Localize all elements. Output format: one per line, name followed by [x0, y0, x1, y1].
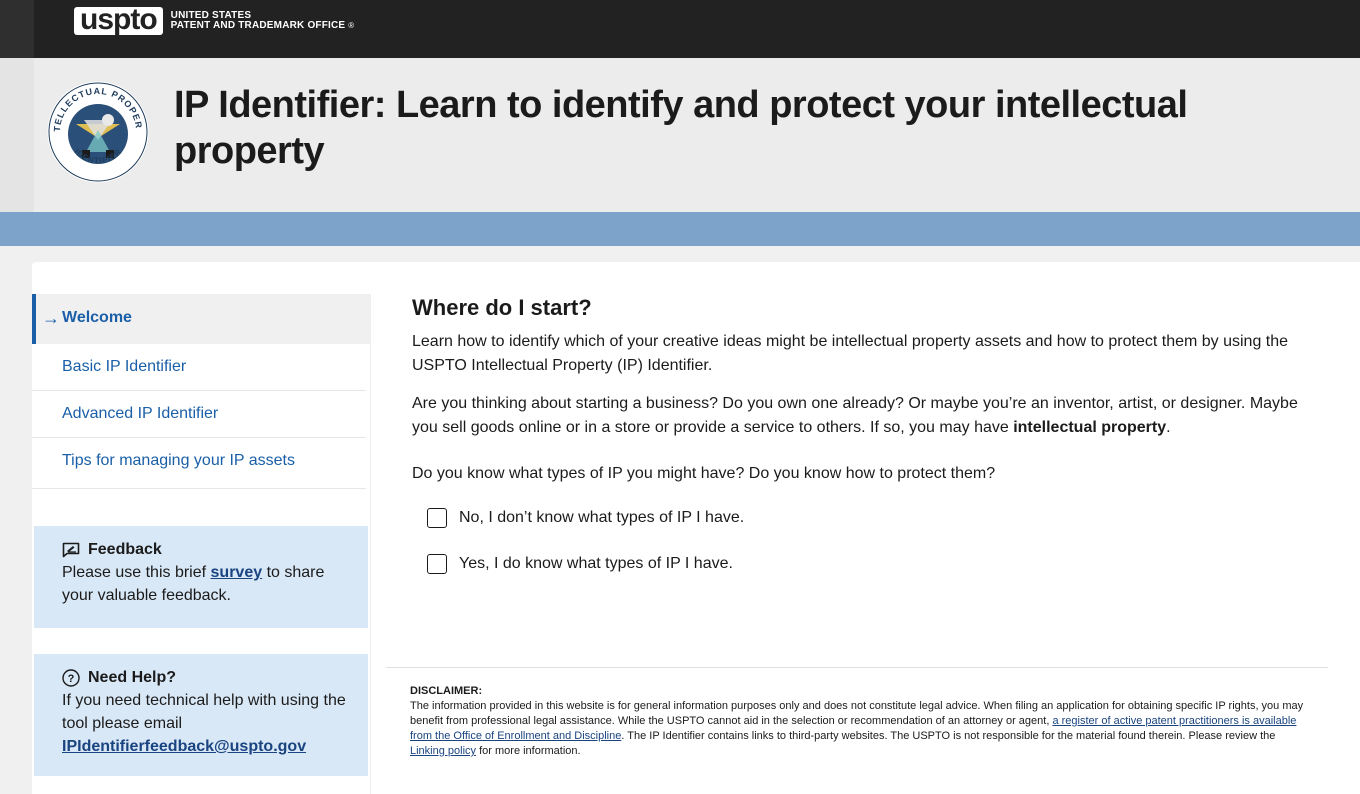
help-circle-icon: ? [62, 668, 80, 687]
disclaimer-text: The information provided in this website… [410, 699, 1310, 759]
option-no-checkbox-row[interactable]: No, I don’t know what types of IP I have… [427, 504, 1322, 532]
sidebar-item-tips[interactable]: Tips for managing your IP assets [32, 438, 366, 489]
top-banner: uspto UNITED STATES PATENT AND TRADEMARK… [0, 0, 1360, 58]
sidebar-item-welcome[interactable]: → Welcome [32, 294, 370, 344]
option-no-label: No, I don’t know what types of IP I have… [459, 509, 745, 526]
help-text: If you need technical help with using th… [62, 692, 346, 732]
agency-line-2: PATENT AND TRADEMARK OFFICE [170, 20, 346, 31]
logo-wordmark: uspto [74, 5, 163, 35]
intro-paragraph: Learn how to identify which of your crea… [412, 333, 1289, 374]
sidebar-divider [370, 294, 371, 794]
svg-text:?: ? [68, 673, 75, 685]
feedback-title: Feedback [88, 541, 162, 558]
registered-mark: ® [348, 21, 355, 30]
banner-edge [0, 0, 34, 58]
feedback-box: Feedback Please use this brief survey to… [34, 526, 368, 628]
help-email-link[interactable]: IPIdentifierfeedback@uspto.gov [62, 738, 306, 755]
question-text: Do you know what types of IP you might h… [412, 465, 996, 482]
feedback-text: Please use this brief survey to share yo… [62, 561, 354, 607]
disclaimer-title: DISCLAIMER: [410, 685, 483, 697]
sidebar-item-label: Welcome [62, 309, 132, 326]
help-title-row: ? Need Help? [62, 666, 354, 689]
uspto-logo[interactable]: uspto UNITED STATES PATENT AND TRADEMARK… [74, 5, 355, 35]
survey-link[interactable]: survey [211, 564, 263, 581]
business-text-end: . [1166, 419, 1171, 436]
feedback-text-before: Please use this brief [62, 564, 211, 581]
content-card: → Welcome Basic IP Identifier Advanced I… [32, 262, 1360, 794]
disclaimer-text-2: . The IP Identifier contains links to th… [621, 730, 1276, 742]
sidebar-item-basic-ip-identifier[interactable]: Basic IP Identifier [32, 344, 366, 391]
intellectual-property-emphasis: intellectual property [1013, 419, 1167, 436]
feedback-title-row: Feedback [62, 538, 354, 561]
help-title: Need Help? [88, 669, 177, 686]
sidebar-nav: → Welcome Basic IP Identifier Advanced I… [32, 294, 370, 489]
ip-identifier-emblem-icon: INTELLECTUAL PROPERTY IDENTIFIER [46, 80, 149, 183]
header-edge [0, 58, 34, 212]
sidebar-item-label: Tips for managing your IP assets [62, 452, 295, 469]
sidebar-item-advanced-ip-identifier[interactable]: Advanced IP Identifier [32, 391, 366, 438]
sidebar-item-label: Basic IP Identifier [62, 358, 187, 375]
sidebar-item-label: Advanced IP Identifier [62, 405, 219, 422]
help-box: ? Need Help? If you need technical help … [34, 654, 368, 776]
disclaimer-text-3: for more information. [476, 745, 581, 757]
checkbox-no[interactable] [427, 508, 447, 528]
page-title: IP Identifier: Learn to identify and pro… [174, 84, 1188, 172]
checkbox-yes[interactable] [427, 554, 447, 574]
disclaimer-divider [386, 667, 1328, 668]
disclaimer: DISCLAIMER: The information provided in … [410, 684, 1310, 759]
business-paragraph: Are you thinking about starting a busine… [412, 392, 1322, 440]
option-yes-label: Yes, I do know what types of IP I have. [459, 555, 733, 572]
section-heading: Where do I start? [412, 295, 592, 320]
feedback-icon [62, 542, 80, 557]
agency-name: UNITED STATES PATENT AND TRADEMARK OFFIC… [171, 11, 355, 31]
option-yes-checkbox-row[interactable]: Yes, I do know what types of IP I have. [427, 550, 1322, 578]
linking-policy-link[interactable]: Linking policy [410, 745, 476, 757]
arrow-right-icon: → [42, 308, 60, 328]
accent-band [0, 212, 1360, 246]
main-content: Where do I start? Learn how to identify … [412, 292, 1322, 578]
